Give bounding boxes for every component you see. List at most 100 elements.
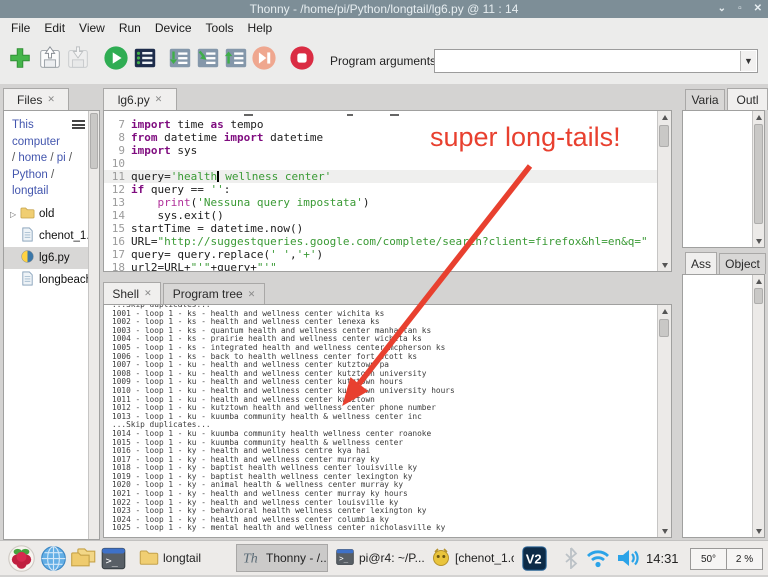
- load-file-icon: [37, 45, 63, 76]
- raspberry-menu[interactable]: [8, 545, 35, 572]
- breadcrumb-link[interactable]: computer: [12, 136, 60, 148]
- bluetooth-icon[interactable]: [563, 547, 579, 569]
- file-manager[interactable]: [70, 545, 97, 572]
- program-arguments-input[interactable]: ▼: [434, 49, 758, 73]
- clock[interactable]: 14:31: [646, 551, 679, 566]
- debug-script-button[interactable]: [131, 46, 159, 74]
- token: URL=: [131, 235, 158, 248]
- save-file-button[interactable]: [64, 46, 92, 74]
- menu-file[interactable]: File: [4, 19, 37, 37]
- editor-scrollbar[interactable]: [657, 111, 671, 271]
- task-thonny-[interactable]: ThThonny - /...: [236, 544, 328, 572]
- web-browser[interactable]: [40, 545, 67, 572]
- cpu-usage-widget[interactable]: 2 %: [726, 548, 763, 570]
- terminal[interactable]: >_: [100, 545, 127, 572]
- file-item-longbeach-c[interactable]: longbeach.c: [4, 269, 90, 291]
- breadcrumb-link[interactable]: home: [18, 152, 47, 164]
- breadcrumb-separator: /: [66, 152, 72, 164]
- tab-varia[interactable]: Varia: [685, 89, 725, 110]
- tab-close-icon[interactable]: ✕: [248, 289, 256, 300]
- tab-outl[interactable]: Outl: [727, 88, 768, 110]
- expander-icon[interactable]: ▷: [10, 210, 20, 219]
- menu-help[interactable]: Help: [241, 19, 280, 37]
- file-item-chenot-1-cs[interactable]: chenot_1.cs: [4, 225, 90, 247]
- tab-close-icon[interactable]: ✕: [144, 288, 152, 299]
- line-number: 17: [104, 248, 131, 261]
- token: url2=URL+: [131, 261, 191, 272]
- menu-view[interactable]: View: [72, 19, 112, 37]
- step-over-button[interactable]: [166, 46, 194, 74]
- token: ,: [290, 248, 297, 261]
- line-number: 12: [104, 183, 131, 196]
- save-file-icon: [65, 45, 91, 76]
- menu-run[interactable]: Run: [112, 19, 148, 37]
- tab-label: Outl: [736, 93, 758, 107]
- shell-output: ...Skip duplicates...1001 - loop 1 - ks …: [112, 305, 652, 535]
- run-script-button[interactable]: [102, 46, 130, 74]
- wifi-icon[interactable]: [585, 547, 611, 569]
- task-label: [chenot_1.c...: [455, 551, 514, 565]
- line-number: 7: [104, 118, 131, 131]
- shell-scrollbar[interactable]: [657, 305, 671, 537]
- breadcrumb-line: / home / pi /: [12, 150, 87, 167]
- file-item-old[interactable]: ▷ old: [4, 203, 90, 225]
- token: import: [224, 131, 264, 144]
- step-out-button[interactable]: [222, 46, 250, 74]
- combo-dropdown-icon[interactable]: ▼: [740, 51, 756, 71]
- breadcrumb-link[interactable]: Python: [12, 169, 48, 181]
- new-file-button[interactable]: [6, 46, 34, 74]
- menu-edit[interactable]: Edit: [37, 19, 72, 37]
- cpu-temp-widget[interactable]: 50°: [690, 548, 727, 570]
- assistant-scrollbar[interactable]: [752, 275, 764, 537]
- token: sys.exit(): [131, 209, 224, 222]
- tab-close-icon[interactable]: ✕: [155, 94, 163, 105]
- step-over-icon: [167, 45, 193, 76]
- line-number: 18: [104, 261, 131, 272]
- hamburger-menu-icon[interactable]: [72, 120, 85, 129]
- volume-icon[interactable]: [616, 547, 642, 569]
- maximize-icon[interactable]: ▫: [738, 0, 742, 18]
- token: if: [131, 183, 144, 196]
- task--chenot-1-c-[interactable]: [chenot_1.c...: [426, 544, 514, 572]
- files-scrollbar[interactable]: [88, 111, 99, 539]
- breadcrumb-link[interactable]: This: [12, 119, 34, 131]
- task-pi-r4-p-[interactable]: >_pi@r4: ~/P...: [330, 544, 424, 572]
- step-into-button[interactable]: [194, 46, 222, 74]
- titlebar[interactable]: Thonny - /home/pi/Python/longtail/lg6.py…: [0, 0, 768, 18]
- code-text: query= query.replace(' ','+'): [131, 248, 657, 261]
- program-arguments-label: Program arguments:: [330, 54, 439, 68]
- token: '': [210, 183, 223, 196]
- close-icon[interactable]: ✕: [754, 0, 762, 18]
- menu-tools[interactable]: Tools: [199, 19, 241, 37]
- token: as: [211, 118, 224, 131]
- breadcrumb-link[interactable]: longtail: [12, 185, 48, 197]
- tab-program-tree[interactable]: Program tree✕: [163, 283, 265, 304]
- stop-button[interactable]: [288, 46, 316, 74]
- shell-output-panel[interactable]: ...Skip duplicates...1001 - loop 1 - ks …: [103, 304, 672, 538]
- token: print: [158, 196, 191, 209]
- outline-scrollbar[interactable]: [752, 111, 764, 247]
- token: ' ': [270, 248, 290, 261]
- tab-close-icon[interactable]: ✕: [47, 94, 55, 105]
- line-number: 8: [104, 131, 131, 144]
- breadcrumb-link[interactable]: pi: [57, 152, 66, 164]
- tab-shell[interactable]: Shell✕: [103, 282, 161, 304]
- thonny-icon: Th: [242, 547, 262, 570]
- tab-object[interactable]: Object: [719, 253, 766, 274]
- file-item-label: old: [39, 208, 54, 220]
- svg-text:Th: Th: [243, 551, 258, 566]
- svg-text:V2: V2: [526, 552, 542, 567]
- code-line: 11query='health wellness center': [104, 170, 657, 183]
- vnc-icon[interactable]: V2: [522, 546, 547, 571]
- load-file-button[interactable]: [36, 46, 64, 74]
- resume-button[interactable]: [250, 46, 278, 74]
- file-item-lg6-py[interactable]: lg6.py: [4, 247, 90, 269]
- tab-lg6py[interactable]: lg6.py ✕: [103, 88, 177, 110]
- step-into-icon: [195, 45, 221, 76]
- task-longtail[interactable]: longtail: [134, 544, 230, 572]
- tab-files[interactable]: Files ✕: [3, 88, 69, 110]
- minimize-icon[interactable]: ⌄: [718, 0, 726, 18]
- window-title: Thonny - /home/pi/Python/longtail/lg6.py…: [250, 2, 519, 16]
- tab-ass[interactable]: Ass: [685, 252, 717, 274]
- menu-device[interactable]: Device: [148, 19, 199, 37]
